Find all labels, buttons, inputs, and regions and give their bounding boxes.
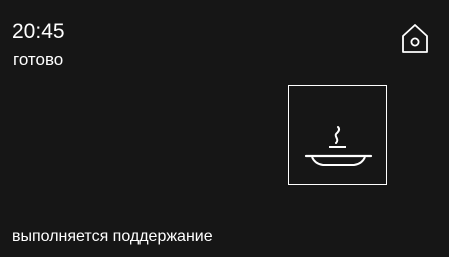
home-button[interactable] bbox=[400, 23, 430, 55]
home-icon bbox=[402, 24, 428, 53]
warm-plate-icon bbox=[304, 126, 373, 166]
program-tile[interactable] bbox=[288, 85, 387, 185]
oven-display-screen: 20:45 готово выполняется поддержание bbox=[0, 0, 449, 257]
status-label: готово bbox=[13, 50, 64, 69]
clock-time: 20:45 bbox=[12, 20, 65, 43]
status-message: выполняется поддержание bbox=[12, 228, 213, 245]
